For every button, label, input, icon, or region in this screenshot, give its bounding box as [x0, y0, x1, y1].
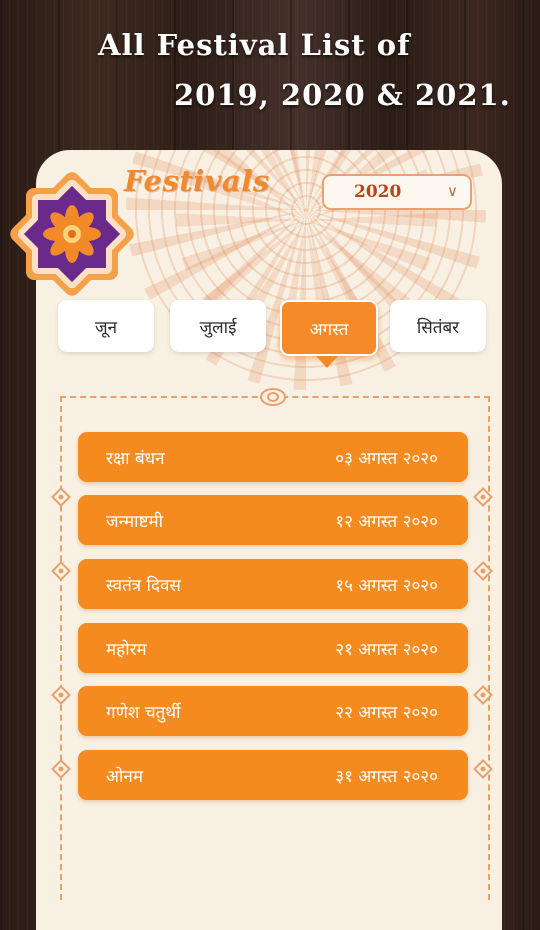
ornament-icon	[51, 487, 71, 507]
festival-date: ०३ अगस्त २०२०	[335, 449, 438, 469]
festival-date: २१ अगस्त २०२०	[335, 640, 438, 660]
festival-row[interactable]: रक्षा बंधन ०३ अगस्त २०२०	[78, 432, 468, 482]
ornament-icon	[473, 685, 493, 705]
promo-line-2: 2019, 2020 & 2021.	[174, 78, 511, 112]
festival-date: ३१ अगस्त २०२०	[335, 767, 438, 787]
festival-name: स्वतंत्र दिवस	[106, 576, 181, 596]
year-dropdown-value: 2020	[354, 182, 402, 202]
active-tab-pointer	[316, 356, 338, 368]
ornament-icon	[51, 561, 71, 581]
festival-row[interactable]: स्वतंत्र दिवस १५ अगस्त २०२०	[78, 559, 468, 609]
festival-name: महोरम	[106, 640, 147, 660]
festival-row[interactable]: ओनम ३१ अगस्त २०२०	[78, 750, 468, 800]
ornament-icon	[260, 388, 286, 406]
tab-july-label: जुलाई	[199, 317, 237, 338]
ornament-icon	[51, 759, 71, 779]
ornament-icon	[51, 685, 71, 705]
ornament-icon	[473, 487, 493, 507]
tab-september[interactable]: सितंबर	[390, 300, 486, 352]
tab-august-label: अगस्त	[309, 319, 349, 340]
festival-date: २२ अगस्त २०२०	[335, 703, 438, 723]
festival-row[interactable]: गणेश चतुर्थी २२ अगस्त २०२०	[78, 686, 468, 736]
brand-title: Festivals	[124, 164, 270, 198]
promo-line-1: All Festival List of	[98, 28, 411, 62]
chevron-down-icon: ∨	[447, 182, 458, 200]
festival-name: ओनम	[106, 767, 143, 787]
tab-august[interactable]: अगस्त	[280, 300, 378, 356]
ornament-icon	[473, 759, 493, 779]
festival-date: १५ अगस्त २०२०	[335, 576, 438, 596]
tab-june[interactable]: जून	[58, 300, 154, 352]
year-dropdown[interactable]: 2020 ∨	[322, 174, 472, 210]
month-tabs: जून जुलाई अगस्त सितंबर	[58, 300, 488, 356]
tab-july[interactable]: जुलाई	[170, 300, 266, 352]
festival-name: रक्षा बंधन	[106, 449, 165, 469]
tab-june-label: जून	[94, 317, 118, 338]
festival-row[interactable]: जन्माष्टमी १२ अगस्त २०२०	[78, 495, 468, 545]
tab-september-label: सितंबर	[416, 317, 460, 338]
lotus-logo-icon	[10, 172, 134, 296]
festival-row[interactable]: महोरम २१ अगस्त २०२०	[78, 623, 468, 673]
festival-name: गणेश चतुर्थी	[106, 703, 181, 723]
ornament-icon	[473, 561, 493, 581]
festival-date: १२ अगस्त २०२०	[335, 512, 438, 532]
festival-name: जन्माष्टमी	[106, 512, 164, 532]
